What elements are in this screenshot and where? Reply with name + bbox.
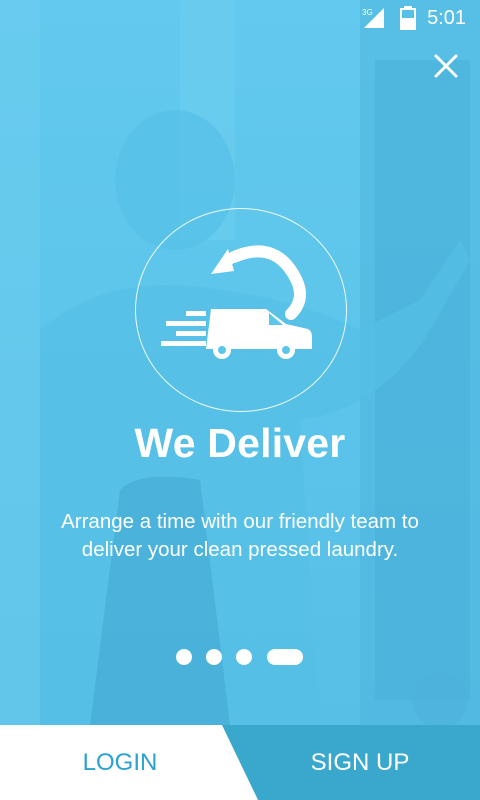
pager-dot-active[interactable] — [267, 649, 303, 665]
status-bar: 3G 5:01 — [0, 0, 480, 36]
page-title: We Deliver — [134, 420, 346, 466]
close-button[interactable] — [424, 44, 468, 88]
cell-signal-icon: 3G — [362, 6, 386, 36]
pager-dot[interactable] — [206, 649, 222, 665]
hero-icon-circle — [135, 208, 347, 412]
login-button[interactable]: LOGIN — [0, 725, 240, 800]
pager-indicator — [0, 649, 480, 665]
network-label: 3G — [362, 8, 373, 17]
page-description: Arrange a time with our friendly team to… — [61, 510, 419, 561]
signup-button-label[interactable]: SIGN UP — [250, 725, 470, 800]
status-time: 5:01 — [427, 7, 466, 29]
pager-dot[interactable] — [176, 649, 192, 665]
close-icon — [434, 54, 458, 78]
pager-dot[interactable] — [236, 649, 252, 665]
delivery-van-icon — [161, 245, 312, 359]
bottom-action-bar: LOGIN SIGN UP — [0, 725, 480, 800]
battery-icon — [400, 6, 416, 36]
